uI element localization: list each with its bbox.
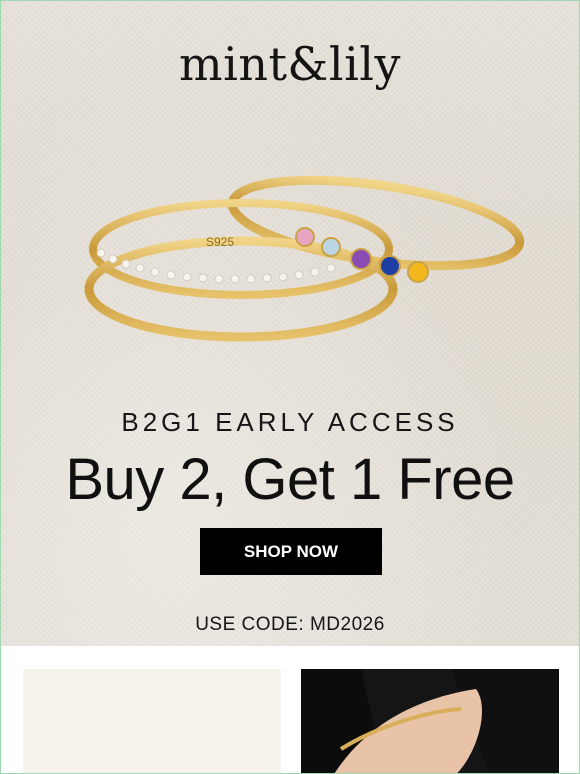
brand-logo[interactable]: mint&lily [1,37,579,91]
promo-headline: Buy 2, Get 1 Free [65,447,515,512]
email-frame: mint&lily S925 B2G1 EARLY ACCESS Buy 2, … [0,0,580,774]
product-tile-left[interactable] [23,669,281,773]
ring-stamp: S925 [206,235,234,249]
product-tile-right[interactable] [301,669,559,773]
rings-image: S925 [84,175,525,342]
promo-code: USE CODE: MD2026 [195,614,385,635]
shop-now-button[interactable]: SHOP NOW [200,528,382,575]
hero-banner[interactable]: mint&lily S925 B2G1 EARLY ACCESS Buy 2, … [1,1,579,646]
promo-eyebrow: B2G1 EARLY ACCESS [121,407,459,437]
bracelet-on-wrist-image [301,669,559,773]
